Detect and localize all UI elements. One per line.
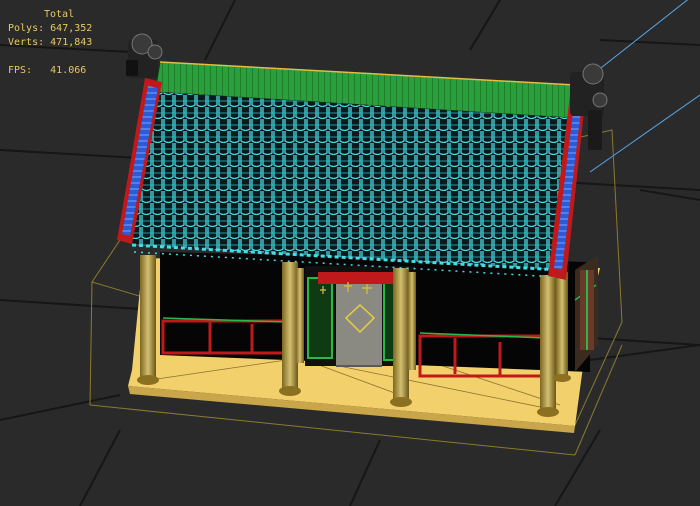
fps-value: 41.066 — [50, 65, 87, 76]
ridge-ornament-left — [126, 33, 163, 78]
polys-label: Polys: — [8, 23, 45, 34]
stats-fps: FPS: 41.066 — [8, 65, 86, 77]
scene-canvas[interactable] — [0, 0, 700, 506]
3d-viewport[interactable]: Total Polys: 647,352 Verts: 471,843 FPS:… — [0, 0, 700, 506]
polys-value: 647,352 — [50, 23, 93, 34]
verts-value: 471,843 — [50, 37, 93, 48]
fps-label: FPS: — [8, 65, 33, 76]
tiled-roof — [117, 61, 586, 280]
camera-target-line — [589, 0, 700, 173]
verts-label: Verts: — [8, 37, 45, 48]
stats-verts: Verts: 471,843 — [8, 37, 92, 49]
stats-title: Total — [44, 9, 75, 20]
stats-polys: Polys: 647,352 — [8, 23, 92, 35]
